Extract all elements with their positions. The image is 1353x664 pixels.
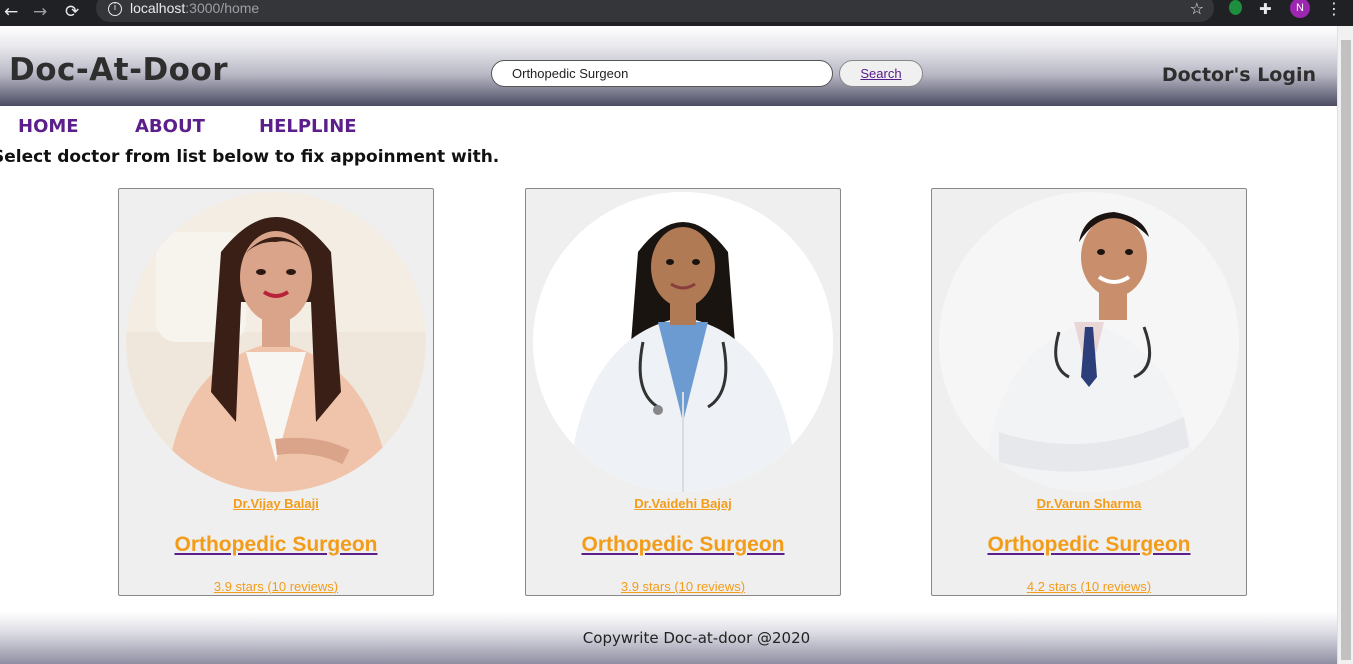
search-button[interactable]: Search <box>839 60 923 87</box>
doctor-photo <box>939 192 1239 492</box>
site-logo[interactable]: Doc-At-Door <box>9 52 228 88</box>
doctor-specialty-link[interactable]: Orthopedic Surgeon <box>119 533 433 557</box>
instruction-text: Select doctor from list below to fix app… <box>0 147 500 167</box>
extension-icon[interactable] <box>1229 0 1242 15</box>
footer-copyright: Copywrite Doc-at-door @2020 <box>582 629 811 647</box>
address-bar[interactable]: i localhost:3000/home ☆ <box>96 0 1214 22</box>
doctor-photo <box>533 192 833 492</box>
site-header: Doc-At-Door Search Doctor's Login <box>0 26 1337 106</box>
site-footer: Copywrite Doc-at-door @2020 <box>0 612 1337 664</box>
browser-toolbar: ← → ⟳ i localhost:3000/home ☆ ✚ N ⋮ <box>0 0 1353 26</box>
page-scrollbar[interactable] <box>1337 26 1353 664</box>
nav-home[interactable]: HOME <box>18 116 79 137</box>
back-icon[interactable]: ← <box>4 2 18 22</box>
doctor-card[interactable]: Dr.Vijay Balaji Orthopedic Surgeon 3.9 s… <box>118 188 434 596</box>
doctor-name-link[interactable]: Dr.Varun Sharma <box>932 496 1246 511</box>
reload-icon[interactable]: ⟳ <box>65 2 79 22</box>
url-host: localhost <box>130 0 186 16</box>
doctor-photo <box>126 192 426 492</box>
doctor-name-link[interactable]: Dr.Vijay Balaji <box>119 496 433 511</box>
doctor-rating-link[interactable]: 3.9 stars (10 reviews) <box>119 579 433 594</box>
doctor-card[interactable]: Dr.Vaidehi Bajaj Orthopedic Surgeon 3.9 … <box>525 188 841 596</box>
doctor-specialty-link[interactable]: Orthopedic Surgeon <box>526 533 840 557</box>
doctor-rating-link[interactable]: 4.2 stars (10 reviews) <box>932 579 1246 594</box>
doctors-login-link[interactable]: Doctor's Login <box>1162 64 1316 86</box>
bookmark-star-icon[interactable]: ☆ <box>1190 0 1204 18</box>
url-path: :3000/home <box>185 0 260 16</box>
forward-icon[interactable]: → <box>33 2 47 22</box>
profile-avatar[interactable]: N <box>1290 0 1310 18</box>
extensions-puzzle-icon[interactable]: ✚ <box>1259 0 1272 18</box>
nav-helpline[interactable]: HELPLINE <box>259 116 357 137</box>
doctor-name-link[interactable]: Dr.Vaidehi Bajaj <box>526 496 840 511</box>
doctor-rating-link[interactable]: 3.9 stars (10 reviews) <box>526 579 840 594</box>
scrollbar-thumb[interactable] <box>1341 40 1351 660</box>
nav-about[interactable]: ABOUT <box>135 116 205 137</box>
doctor-card[interactable]: Dr.Varun Sharma Orthopedic Surgeon 4.2 s… <box>931 188 1247 596</box>
page: Doc-At-Door Search Doctor's Login HOME A… <box>0 26 1337 664</box>
doctor-specialty-link[interactable]: Orthopedic Surgeon <box>932 533 1246 557</box>
search-input[interactable] <box>491 60 833 87</box>
info-icon[interactable]: i <box>108 2 122 16</box>
address-url[interactable]: localhost:3000/home <box>130 0 259 16</box>
browser-menu-icon[interactable]: ⋮ <box>1326 0 1342 18</box>
